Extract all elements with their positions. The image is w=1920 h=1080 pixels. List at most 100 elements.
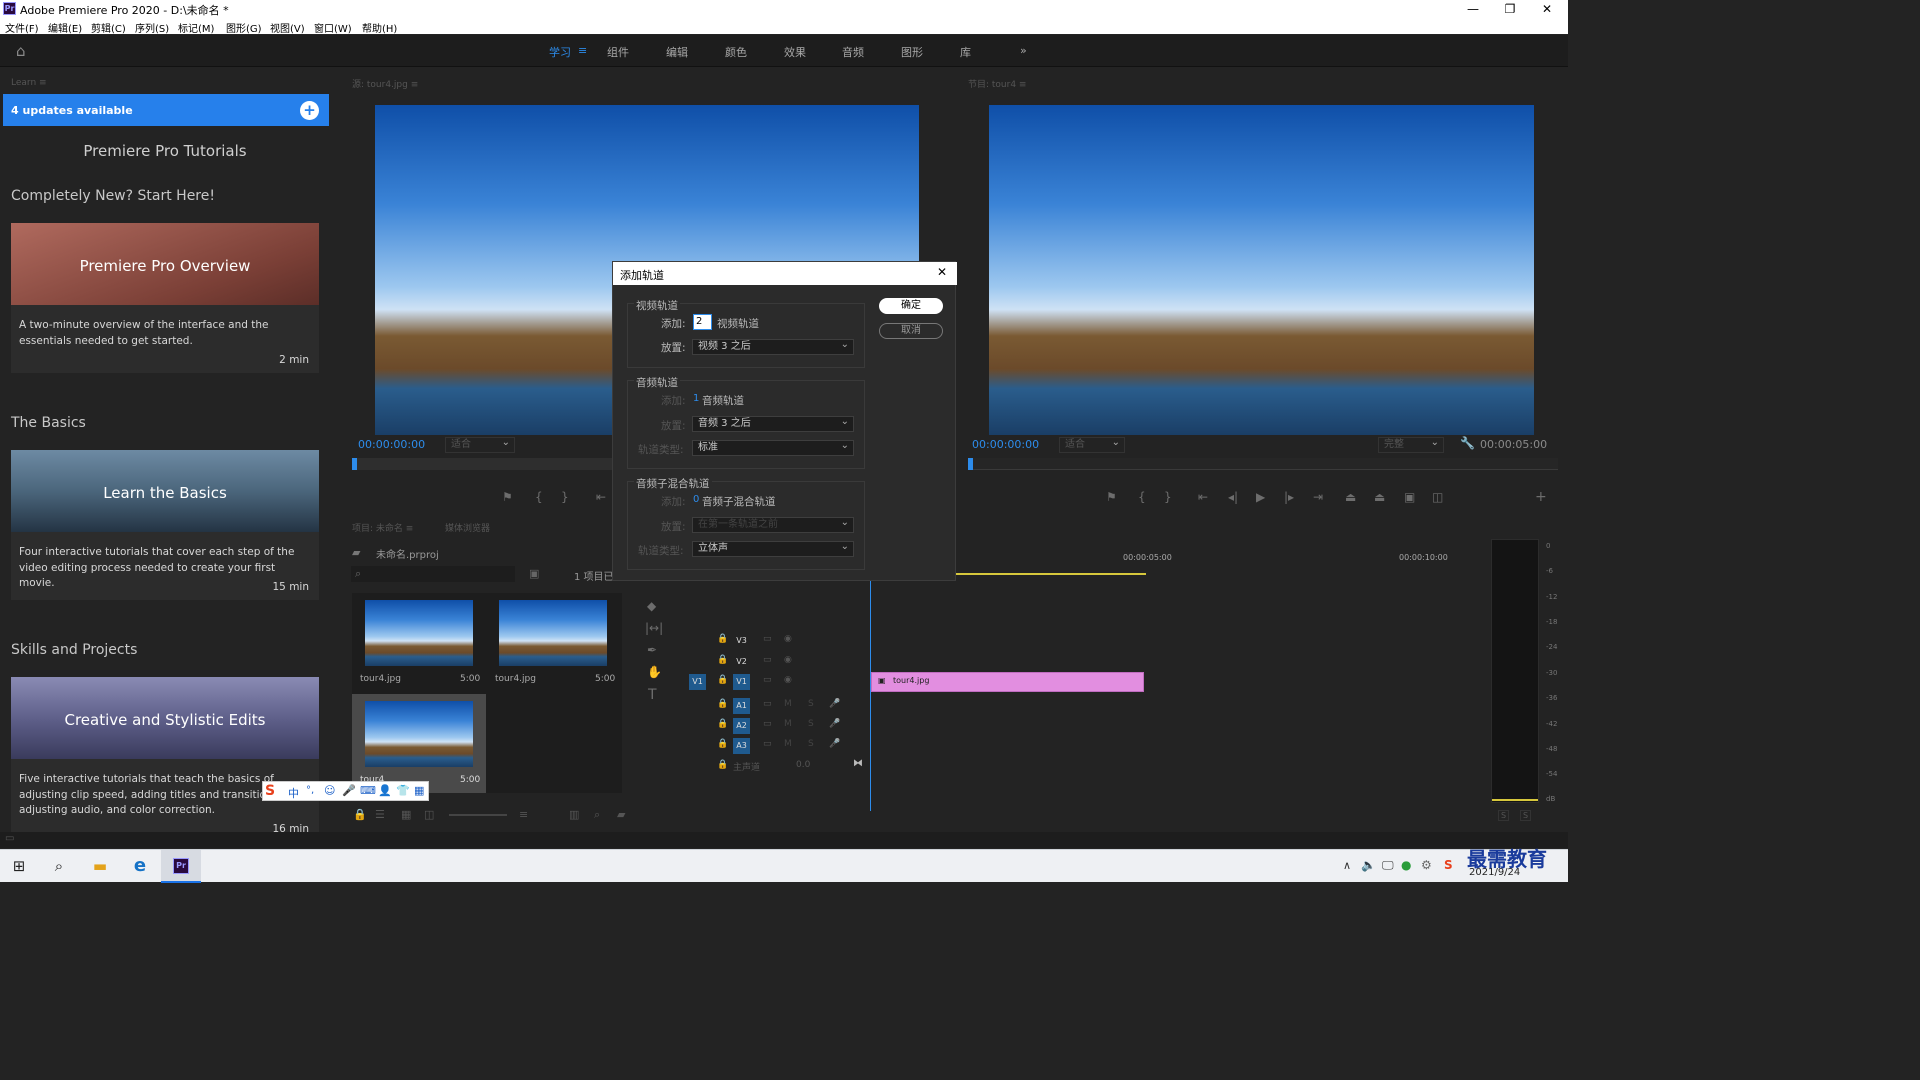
mark-out-icon[interactable]: } [1164, 490, 1172, 504]
icon-view-icon[interactable]: ▦ [401, 808, 411, 821]
work-area-bar[interactable] [956, 573, 1146, 575]
razor-tool-icon[interactable]: ◆ [647, 599, 656, 613]
step-back-icon[interactable]: ◂| [1228, 490, 1238, 504]
automate-icon[interactable]: ▥ [569, 808, 579, 821]
freeform-view-icon[interactable]: ◫ [424, 808, 434, 821]
ime-chinese-toggle[interactable]: 中 [288, 785, 299, 801]
go-to-in-icon[interactable]: ⇤ [596, 490, 606, 504]
mark-in-icon[interactable]: { [535, 490, 543, 504]
workspace-more-button[interactable]: » [1020, 44, 1027, 57]
program-fit-dropdown[interactable]: 适合 [1059, 436, 1125, 453]
source-fit-dropdown[interactable]: 适合 [445, 436, 515, 453]
home-icon[interactable]: ⌂ [16, 42, 26, 60]
extract-icon[interactable]: ⏏ [1374, 490, 1385, 504]
menu-graphics[interactable]: 图形(G) [226, 20, 262, 35]
audio-type-dropdown[interactable]: 标准 [692, 439, 854, 456]
updates-banner[interactable]: 4 updates available + [3, 94, 329, 126]
mute-icon[interactable]: M [784, 699, 792, 709]
tutorial-card[interactable]: Learn the Basics Four interactive tutori… [11, 450, 319, 600]
project-item[interactable]: tour4.jpg 5:00 [352, 593, 486, 693]
tutorial-card[interactable]: Premiere Pro Overview A two-minute overv… [11, 223, 319, 373]
source-timecode[interactable]: 00:00:00:00 [358, 438, 425, 451]
menu-sequence[interactable]: 序列(S) [135, 20, 169, 35]
list-view-icon[interactable]: ☰ [375, 808, 385, 821]
ok-button[interactable]: 确定 [879, 298, 943, 314]
project-item[interactable]: tour4.jpg 5:00 [487, 593, 621, 693]
program-playhead[interactable] [968, 458, 973, 470]
workspace-effects[interactable]: 效果 [784, 44, 806, 60]
solo-icon[interactable]: S [808, 739, 814, 749]
lock-icon[interactable]: 🔒 [717, 719, 728, 729]
cancel-button[interactable]: 取消 [879, 323, 943, 339]
source-playhead[interactable] [352, 458, 357, 470]
plus-icon[interactable]: + [300, 101, 319, 120]
mic-icon[interactable]: 🎤 [829, 719, 840, 729]
track-label[interactable]: A3 [733, 738, 750, 754]
project-item-selected[interactable]: tour4 5:00 [352, 694, 486, 793]
camera-icon[interactable]: ▣ [1404, 490, 1415, 504]
type-tool-icon[interactable]: T [648, 687, 657, 703]
program-video-frame[interactable] [989, 105, 1534, 435]
menu-file[interactable]: 文件(F) [5, 20, 39, 35]
file-explorer-icon[interactable]: ▬ [88, 854, 112, 878]
add-button-icon[interactable]: + [1535, 489, 1547, 505]
ime-mic-icon[interactable]: 🎤 [342, 784, 356, 797]
workspace-assembly[interactable]: 组件 [607, 44, 629, 60]
security-icon[interactable]: ● [1401, 858, 1411, 872]
ime-skin-icon[interactable]: 👕 [396, 784, 410, 797]
workspace-menu-icon[interactable]: ≡ [578, 44, 587, 57]
tutorial-card[interactable]: Creative and Stylistic Edits Five intera… [11, 677, 319, 840]
video-count-input[interactable]: 2 [693, 314, 712, 330]
mic-icon[interactable]: 🎤 [829, 739, 840, 749]
lock-icon[interactable]: 🔒 [717, 699, 728, 709]
solo-left-button[interactable]: S [1498, 810, 1510, 821]
ime-toolbox-icon[interactable]: ▦ [414, 784, 424, 797]
mark-in-icon[interactable]: { [1138, 490, 1146, 504]
mute-icon[interactable]: M [784, 739, 792, 749]
minimize-button[interactable]: — [1455, 1, 1491, 17]
new-bin-icon[interactable]: ▣ [529, 567, 539, 580]
step-forward-icon[interactable]: |▸ [1284, 490, 1294, 504]
sync-lock-icon[interactable]: ▭ [763, 699, 772, 709]
lock-icon[interactable]: 🔒 [353, 808, 367, 821]
ime-user-icon[interactable]: 👤 [378, 784, 392, 797]
project-search-input[interactable]: ⌕ [351, 566, 515, 582]
sync-lock-icon[interactable]: ▭ [763, 634, 772, 644]
mute-icon[interactable]: M [784, 719, 792, 729]
menu-help[interactable]: 帮助(H) [362, 20, 397, 35]
network-icon[interactable]: 🖵 [1382, 858, 1394, 873]
app-tray-icon[interactable]: ⚙ [1421, 858, 1432, 872]
sync-lock-icon[interactable]: ▭ [763, 719, 772, 729]
audio-count-value[interactable]: 1 [693, 393, 699, 404]
windows-start-icon[interactable]: ⊞ [7, 854, 31, 878]
chevron-up-icon[interactable]: ∧ [1343, 859, 1351, 872]
menu-clip[interactable]: 剪辑(C) [91, 20, 126, 35]
menu-edit[interactable]: 编辑(E) [48, 20, 82, 35]
program-quality-dropdown[interactable]: 完整 [1378, 436, 1444, 453]
source-scrub-bar[interactable] [352, 458, 622, 470]
workspace-libraries[interactable]: 库 [960, 44, 971, 60]
solo-right-button[interactable]: S [1520, 810, 1532, 821]
eye-icon[interactable]: ◉ [784, 675, 792, 685]
pen-tool-icon[interactable]: ✒ [647, 643, 657, 657]
lift-icon[interactable]: ⏏ [1345, 490, 1356, 504]
ime-keyboard-icon[interactable]: ⌨ [360, 784, 376, 797]
track-label[interactable]: V1 [733, 674, 750, 690]
eye-icon[interactable]: ◉ [784, 655, 792, 665]
premiere-taskbar-button[interactable]: Pr [161, 850, 201, 883]
lock-icon[interactable]: 🔒 [717, 760, 728, 770]
source-tab[interactable]: 源: tour4.jpg ≡ [352, 77, 418, 90]
lock-icon[interactable]: 🔒 [717, 675, 728, 685]
submix-type-dropdown[interactable]: 立体声 [692, 540, 854, 557]
master-volume[interactable]: 0.0 [796, 760, 810, 770]
project-tab[interactable]: 项目: 未命名 ≡ [352, 521, 413, 534]
program-timecode[interactable]: 00:00:00:00 [972, 438, 1039, 451]
zoom-slider[interactable] [449, 814, 507, 816]
workspace-graphics[interactable]: 图形 [901, 44, 923, 60]
ime-punctuation[interactable]: °, [306, 785, 314, 796]
timeline-clip[interactable]: ▣ tour4.jpg [871, 672, 1144, 692]
menu-window[interactable]: 窗口(W) [314, 20, 352, 35]
source-patch-v1[interactable]: V1 [689, 674, 706, 690]
track-label[interactable]: A1 [733, 698, 750, 714]
submix-count-value[interactable]: 0 [693, 494, 699, 505]
